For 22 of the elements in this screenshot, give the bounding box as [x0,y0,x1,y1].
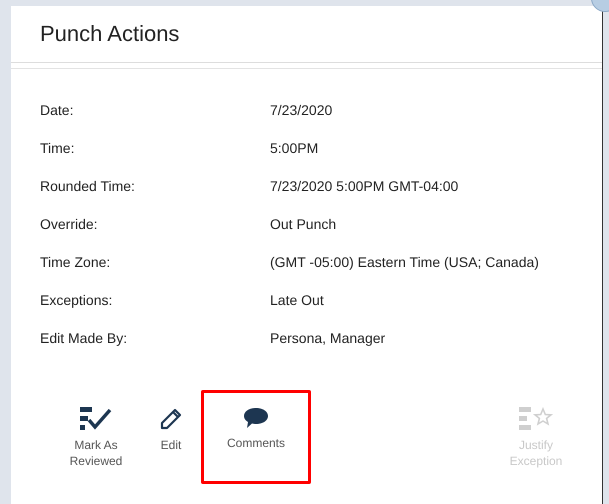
field-value: 7/23/2020 [270,101,332,120]
comments-button[interactable]: Comments [201,390,311,484]
field-label: Time: [40,139,76,158]
field-label: Time Zone: [40,253,112,272]
field-value: 7/23/2020 5:00PM GMT-04:00 [270,177,458,196]
review-button[interactable]: Mark As Reviewed [51,390,141,484]
field-label: Rounded Time: [40,177,136,196]
field-value: Persona, Manager [270,329,386,348]
field-value: (GMT -05:00) Eastern Time (USA; Canada) [270,253,539,272]
field-label: Date: [40,101,74,120]
edit-button[interactable]: Edit [141,390,201,484]
checklist-icon [80,407,112,431]
field-value: 5:00PM [270,139,318,158]
list-star-icon [519,407,553,431]
field-value: Late Out [270,291,324,310]
field-label: Override: [40,215,99,234]
speech-bubble-icon [243,407,269,429]
field-label: Edit Made By: [40,329,128,348]
pencil-icon [159,407,183,431]
dialog-title: Punch Actions [40,21,180,47]
field-label: Exceptions: [40,291,114,310]
field-value: Out Punch [270,215,336,234]
